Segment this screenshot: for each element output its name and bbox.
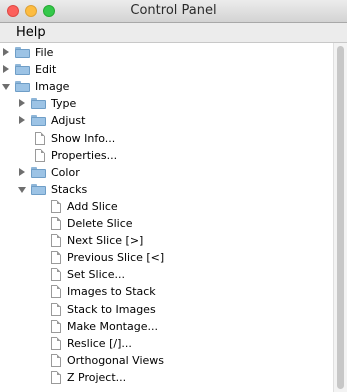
disclosure-collapsed-icon[interactable] xyxy=(19,116,25,125)
window-title: Control Panel xyxy=(130,3,217,18)
tree-row[interactable]: Properties... xyxy=(0,147,333,164)
folder-icon xyxy=(15,47,30,58)
tree-row[interactable]: Type xyxy=(0,95,333,112)
tree-item-label: Stack to Images xyxy=(67,302,156,316)
folder-icon xyxy=(15,81,30,93)
tree-item-label: Make Montage... xyxy=(67,319,158,333)
menu-bar: Help xyxy=(0,23,347,43)
document-icon xyxy=(51,370,61,384)
tree-item-label: Adjust xyxy=(51,114,86,128)
tree-item-label: Properties... xyxy=(51,148,118,162)
document-icon xyxy=(51,319,61,333)
tree-item-label: Set Slice... xyxy=(67,268,125,282)
vertical-scrollbar[interactable] xyxy=(333,43,347,392)
tree-item-label: Stacks xyxy=(51,182,88,196)
menu-help[interactable]: Help xyxy=(16,23,46,42)
tree-item-label: Delete Slice xyxy=(67,217,133,230)
tree-item-label: Color xyxy=(51,165,80,179)
scrollbar-thumb[interactable] xyxy=(337,46,344,389)
document-icon xyxy=(51,336,61,350)
tree-row[interactable]: Z Project... xyxy=(0,369,333,386)
tree-row[interactable]: Show Info... xyxy=(0,130,333,147)
document-icon xyxy=(51,251,61,265)
tree-row[interactable]: Adjust xyxy=(0,112,333,129)
tree-row[interactable]: Add Slice xyxy=(0,198,333,215)
tree-row[interactable]: Stacks xyxy=(0,181,333,198)
document-icon xyxy=(51,353,61,367)
command-tree: File Edit Image Type Adjust Show Info... Prope… xyxy=(0,43,333,392)
document-icon xyxy=(35,131,45,145)
tree-row[interactable]: File xyxy=(0,44,333,61)
document-icon xyxy=(51,234,61,248)
disclosure-collapsed-icon[interactable] xyxy=(3,65,9,74)
folder-icon xyxy=(15,64,30,76)
control-panel-window: Control Panel Help File Edit Image Type Adju… xyxy=(0,0,347,392)
tree-item-label: Orthogonal Views xyxy=(67,353,165,367)
tree-row[interactable]: Set Slice... xyxy=(0,266,333,283)
tree-row[interactable]: Next Slice [>] xyxy=(0,232,333,249)
tree-row[interactable]: Orthogonal Views xyxy=(0,352,333,369)
tree-item-label: Reslice [/]... xyxy=(67,336,132,350)
title-bar[interactable]: Control Panel xyxy=(0,0,347,23)
tree-row[interactable]: Images to Stack xyxy=(0,283,333,300)
tree-row[interactable]: Image xyxy=(0,78,333,95)
tree-row[interactable]: Make Montage... xyxy=(0,318,333,335)
folder-icon xyxy=(31,115,46,127)
tree-row[interactable]: Reslice [/]... xyxy=(0,335,333,352)
disclosure-collapsed-icon[interactable] xyxy=(19,167,25,176)
disclosure-expanded-icon[interactable] xyxy=(18,186,26,193)
document-icon xyxy=(51,268,61,282)
tree-item-label: Type xyxy=(51,97,77,111)
folder-icon xyxy=(31,98,46,110)
document-icon xyxy=(35,148,45,162)
tree-item-label: Next Slice [>] xyxy=(67,234,144,248)
disclosure-collapsed-icon[interactable] xyxy=(3,48,9,56)
document-icon xyxy=(51,302,61,316)
tree-row[interactable]: Previous Slice [<] xyxy=(0,249,333,266)
tree-item-label: Z Project... xyxy=(67,370,127,384)
tree-item-label: Add Slice xyxy=(67,199,118,213)
folder-icon xyxy=(31,183,46,195)
document-icon xyxy=(51,217,61,230)
tree-row[interactable]: Stack to Images xyxy=(0,301,333,318)
tree-item-label: Image xyxy=(35,80,70,94)
tree-item-label: Show Info... xyxy=(51,131,116,145)
tree-item-label: File xyxy=(35,46,54,59)
tree-row[interactable]: Delete Slice xyxy=(0,215,333,232)
tree-row[interactable]: Color xyxy=(0,164,333,181)
document-icon xyxy=(51,199,61,213)
tree-item-label: Edit xyxy=(35,63,57,77)
disclosure-expanded-icon[interactable] xyxy=(2,84,10,91)
disclosure-collapsed-icon[interactable] xyxy=(19,99,25,108)
document-icon xyxy=(51,285,61,299)
tree-item-label: Previous Slice [<] xyxy=(67,251,165,265)
tree-row[interactable]: Edit xyxy=(0,61,333,78)
folder-icon xyxy=(31,166,46,178)
tree-item-label: Images to Stack xyxy=(67,285,156,299)
